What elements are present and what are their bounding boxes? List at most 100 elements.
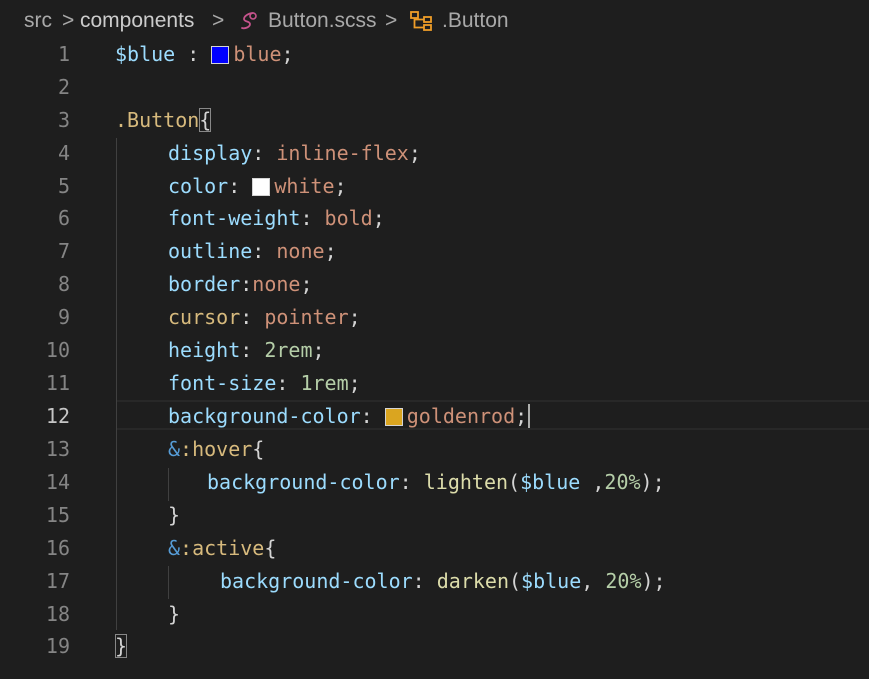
variable-token: $blue: [115, 42, 176, 66]
semicolon-token: ;: [408, 141, 421, 165]
brace-token: {: [252, 437, 265, 461]
code-line[interactable]: display: inline-flex;: [168, 137, 421, 170]
ampersand-token: &: [168, 437, 181, 461]
line-number[interactable]: 1: [0, 38, 70, 71]
semicolon-token: ;: [348, 371, 361, 395]
line-number[interactable]: 4: [0, 137, 70, 170]
value-token: none: [276, 239, 325, 263]
line-number[interactable]: 15: [0, 499, 70, 532]
code-line[interactable]: cursor: pointer;: [168, 301, 361, 334]
code-line[interactable]: font-size: 1rem;: [168, 367, 361, 400]
colon-token: :: [240, 305, 265, 329]
value-token: goldenrod: [406, 404, 516, 428]
colon-token: :: [252, 239, 277, 263]
code-line[interactable]: background-color: lighten($blue ,20%);: [207, 466, 665, 499]
property-token: border: [168, 272, 241, 296]
brace-token: }: [115, 634, 128, 658]
class-symbol-icon: [409, 10, 435, 38]
colon-token: :: [175, 42, 212, 66]
code-line[interactable]: .Button{: [115, 104, 212, 137]
scss-file-icon: [238, 10, 260, 38]
code-line[interactable]: color: white;: [168, 170, 347, 203]
line-number[interactable]: 7: [0, 235, 70, 268]
breadcrumb-item-file[interactable]: Button.scss: [268, 8, 377, 34]
brace-token: {: [199, 108, 212, 132]
line-number[interactable]: 19: [0, 630, 70, 663]
code-line[interactable]: &:hover{: [168, 433, 264, 466]
line-number[interactable]: 16: [0, 532, 70, 565]
color-swatch-icon[interactable]: [384, 408, 403, 426]
variable-token: $blue: [521, 569, 582, 593]
line-number[interactable]: 2: [0, 71, 70, 104]
line-number[interactable]: 14: [0, 466, 70, 499]
property-token: font-weight: [168, 206, 301, 230]
colon-token: :: [300, 206, 325, 230]
breadcrumb-item-symbol[interactable]: .Button: [442, 8, 509, 34]
code-line[interactable]: }: [168, 499, 180, 532]
line-number-current[interactable]: 12: [0, 400, 70, 433]
indent-guide: [116, 138, 117, 630]
semicolon-token: ;: [324, 239, 337, 263]
property-token: background-color: [207, 470, 400, 494]
variable-token: $blue: [520, 470, 581, 494]
breadcrumb-separator: >: [62, 9, 75, 32]
breadcrumb-separator: >: [385, 9, 398, 32]
code-line[interactable]: $blue : blue;: [115, 38, 294, 71]
line-number[interactable]: 6: [0, 202, 70, 235]
code-line[interactable]: border:none;: [168, 268, 313, 301]
function-token: lighten: [423, 470, 509, 494]
number-token: 2rem: [264, 338, 313, 362]
line-number[interactable]: 3: [0, 104, 70, 137]
property-token: background-color: [220, 569, 413, 593]
color-swatch-icon[interactable]: [252, 178, 271, 196]
line-number[interactable]: 11: [0, 367, 70, 400]
code-line[interactable]: }: [115, 630, 128, 663]
breadcrumb-item-components[interactable]: components: [80, 8, 194, 34]
semicolon-token: ;: [281, 42, 294, 66]
breadcrumb-item-src[interactable]: src: [24, 8, 52, 34]
line-number[interactable]: 8: [0, 268, 70, 301]
number-token: 20%: [605, 569, 642, 593]
paren-token: (: [509, 569, 522, 593]
semicolon-token: ;: [300, 272, 313, 296]
code-editor[interactable]: src > components > Button.scss > .Button: [0, 0, 869, 679]
line-number[interactable]: 5: [0, 170, 70, 203]
property-token: display: [168, 141, 253, 165]
line-number[interactable]: 9: [0, 301, 70, 334]
selector-token: :hover: [180, 437, 253, 461]
breadcrumb: src > components > Button.scss > .Button: [0, 0, 869, 40]
indent-guide: [168, 468, 169, 501]
line-number[interactable]: 18: [0, 598, 70, 631]
code-line[interactable]: outline: none;: [168, 235, 337, 268]
colon-token: :: [399, 470, 424, 494]
code-line[interactable]: font-weight: bold;: [168, 202, 385, 235]
line-number[interactable]: 17: [0, 565, 70, 598]
comma-token: ,: [580, 470, 605, 494]
brace-token: }: [168, 503, 181, 527]
number-token: 20%: [604, 470, 641, 494]
number-token: 1rem: [300, 371, 349, 395]
colon-token: :: [240, 272, 253, 296]
colon-token: :: [240, 338, 265, 362]
code-line[interactable]: }: [168, 598, 180, 631]
line-number[interactable]: 13: [0, 433, 70, 466]
color-swatch-icon[interactable]: [211, 46, 230, 64]
colon-token: :: [276, 371, 301, 395]
semicolon-token: ;: [348, 305, 361, 329]
code-line[interactable]: &:active{: [168, 532, 276, 565]
property-token: cursor: [168, 305, 241, 329]
line-number[interactable]: 10: [0, 334, 70, 367]
code-line[interactable]: background-color: darken($blue, 20%);: [220, 565, 666, 598]
property-token: height: [168, 338, 241, 362]
value-token: pointer: [264, 305, 349, 329]
code-line-current[interactable]: background-color: goldenrod;: [168, 400, 531, 433]
ampersand-token: &: [168, 536, 181, 560]
property-token: font-size: [168, 371, 277, 395]
colon-token: :: [360, 404, 385, 428]
comma-token: ,: [581, 569, 606, 593]
property-token: color: [168, 174, 229, 198]
colon-token: :: [252, 141, 277, 165]
code-line[interactable]: height: 2rem;: [168, 334, 325, 367]
property-token: background-color: [168, 404, 361, 428]
indent-guide: [168, 566, 169, 599]
